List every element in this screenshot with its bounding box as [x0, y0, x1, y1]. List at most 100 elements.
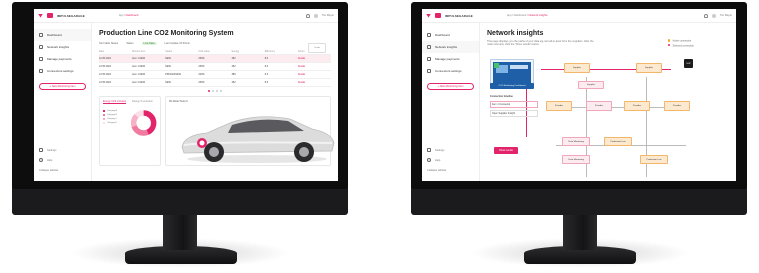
supplier-node[interactable]: Supplier [636, 63, 662, 73]
details-link[interactable]: Details [298, 81, 331, 84]
help-icon [39, 158, 43, 162]
connection-legend: Active connection Selected connection [667, 39, 694, 48]
connection-title: Connection timeline [490, 95, 513, 98]
supplier-node[interactable]: Supplier [564, 63, 590, 73]
main-dashboard-label: CO2 Monitoring Dashboard [490, 83, 534, 89]
table-cell: Item 2 NEW [132, 81, 146, 84]
page-dot[interactable] [208, 90, 210, 92]
sort-control[interactable]: Sort table Status [99, 42, 118, 45]
table-row[interactable]: 12.05.2022 Item 1 NEW NEW 250% 452 8.0 D… [99, 55, 331, 63]
new-monitoring-item-button[interactable]: + New Monitoring Item [39, 83, 86, 90]
column-header[interactable]: Monitor item [132, 50, 165, 53]
sidebar-item-collapse[interactable]: Collapse sidebar [422, 165, 479, 175]
new-monitoring-item-button[interactable]: + New Monitoring Item [427, 83, 474, 90]
sidebar-bottom: Settings Help Collapse sidebar [422, 145, 479, 175]
sidebar-item-label: Dashboard [435, 33, 450, 37]
monitoring-node[interactable]: Tesla Monitoring [562, 137, 590, 146]
monitoring-table: Date Monitor item Status CO2 value Energ… [99, 49, 331, 92]
emission-card: Energy CO2 emission Energy % emission Ca… [99, 96, 161, 166]
filter-bar: Sort table Status Status Live Data Last … [99, 42, 331, 45]
network-icon [39, 45, 43, 49]
page-dot[interactable] [216, 90, 218, 92]
column-header[interactable]: Efficiency [265, 50, 298, 53]
sidebar-item-dashboard[interactable]: Dashboard [34, 29, 91, 41]
trends-card[interactable]: Trends [308, 43, 326, 53]
sidebar-item-dashboard[interactable]: Dashboard [422, 29, 479, 41]
table-row[interactable]: 12.05.2022 Item 1 NEW PROCESSING 320% 38… [99, 71, 331, 79]
sidebar-item-label: Network insights [47, 45, 70, 49]
provider-node[interactable]: Provider [664, 101, 690, 111]
table-row[interactable]: 12.05.2022 Item 2 NEW NEW 250% 452 8.6 D… [99, 79, 331, 87]
breadcrumb-mid[interactable]: Dashboard / [514, 14, 528, 17]
sidebar-item-label: Settings [435, 148, 445, 152]
right-monitor: IMPULSEGARAGE App / Dashboard / Network … [400, 0, 759, 273]
sidebar-item-label: Collapse sidebar [39, 168, 59, 172]
column-header[interactable]: Energy [232, 50, 265, 53]
brand-name: IMPULSEGARAGE [57, 13, 85, 18]
badge-node[interactable]: SUP [684, 59, 693, 68]
table-row[interactable]: 12.05.2022 Item 1 NEW NEW 250% 452 8.0 D… [99, 63, 331, 71]
details-link[interactable]: Details [298, 65, 331, 68]
sidebar-item-help[interactable]: Help [34, 155, 91, 165]
sidebar-bottom: Settings Help Collapse sidebar [34, 145, 91, 175]
page-dot[interactable] [212, 90, 214, 92]
breadcrumb-root[interactable]: App / [119, 14, 125, 17]
logo-box-icon [435, 13, 441, 18]
bell-icon[interactable] [703, 13, 708, 18]
bell-icon[interactable] [305, 13, 310, 18]
tab-energy-percent[interactable]: Energy % emission [132, 100, 152, 104]
sidebar-item-network-insights[interactable]: Network insights [422, 41, 479, 53]
column-header[interactable]: Date [99, 50, 132, 53]
gear-icon [427, 148, 431, 152]
last-update: Last Update 15:40min [164, 42, 190, 45]
sidebar-item-help[interactable]: Help [422, 155, 479, 165]
table-cell: 12.05.2022 [99, 73, 111, 76]
provider-node[interactable]: Provider [586, 101, 612, 111]
details-link[interactable]: Details [298, 57, 331, 60]
sidebar-item-manage-payments[interactable]: Manage payments [422, 53, 479, 65]
sidebar-item-connectors-settings[interactable]: Connectors settings [34, 65, 91, 77]
help-icon [427, 158, 431, 162]
sidebar-item-label: Collapse sidebar [427, 168, 447, 172]
sidebar-item-settings[interactable]: Settings [422, 145, 479, 155]
car-3d-model-image[interactable] [172, 105, 338, 165]
avatar[interactable] [711, 13, 716, 18]
table-cell: 452 [231, 81, 236, 84]
connection-item[interactable]: Item 1 Connector [490, 101, 538, 108]
legend-swatch [667, 43, 671, 46]
donut-legend: Category A Category B Category C Categor… [103, 108, 127, 138]
breadcrumb-root[interactable]: App / [507, 14, 513, 17]
table-cell: 12.05.2022 [99, 65, 111, 68]
right-monitor-chin [411, 189, 747, 215]
page-dot[interactable] [220, 90, 222, 92]
column-header[interactable]: CO2 value [198, 50, 231, 53]
user-name[interactable]: Tim Meyer [322, 14, 334, 17]
production-node[interactable]: Production Line [604, 137, 632, 146]
sidebar-item-collapse[interactable]: Collapse sidebar [34, 165, 91, 175]
legend-entry: Category C [103, 118, 127, 120]
supplier-node[interactable]: Supplier [578, 81, 604, 89]
sidebar-item-label: Manage payments [435, 57, 460, 61]
sidebar-item-settings[interactable]: Settings [34, 145, 91, 155]
column-header[interactable]: Status [165, 50, 198, 53]
sidebar-item-connectors-settings[interactable]: Connectors settings [422, 65, 479, 77]
production-node[interactable]: Production Line [640, 155, 668, 164]
user-name[interactable]: Tim Meyer [720, 14, 732, 17]
provider-node[interactable]: Provider [546, 101, 572, 111]
legend-swatch [103, 122, 105, 124]
sidebar-item-manage-payments[interactable]: Manage payments [34, 53, 91, 65]
table-cell: NEW [165, 81, 171, 84]
car-model-card[interactable]: 3D Model Tesla S [165, 96, 335, 166]
status-badge[interactable]: Live Data [141, 42, 157, 45]
network-diagram: CO2 Monitoring Dashboard Connection time… [486, 57, 700, 181]
provider-node[interactable]: Provider [624, 101, 650, 111]
connection-item[interactable]: Open Supplier Insight [490, 110, 538, 117]
plug-icon [39, 69, 43, 73]
details-link[interactable]: Details [298, 73, 331, 76]
sidebar-item-network-insights[interactable]: Network insights [34, 41, 91, 53]
monitoring-node[interactable]: Tesla Monitoring [562, 155, 590, 164]
pagination[interactable] [99, 90, 331, 92]
avatar[interactable] [313, 13, 318, 18]
tab-energy-co2[interactable]: Energy CO2 emission [103, 100, 127, 104]
show-results-button[interactable]: Show results [494, 147, 518, 154]
